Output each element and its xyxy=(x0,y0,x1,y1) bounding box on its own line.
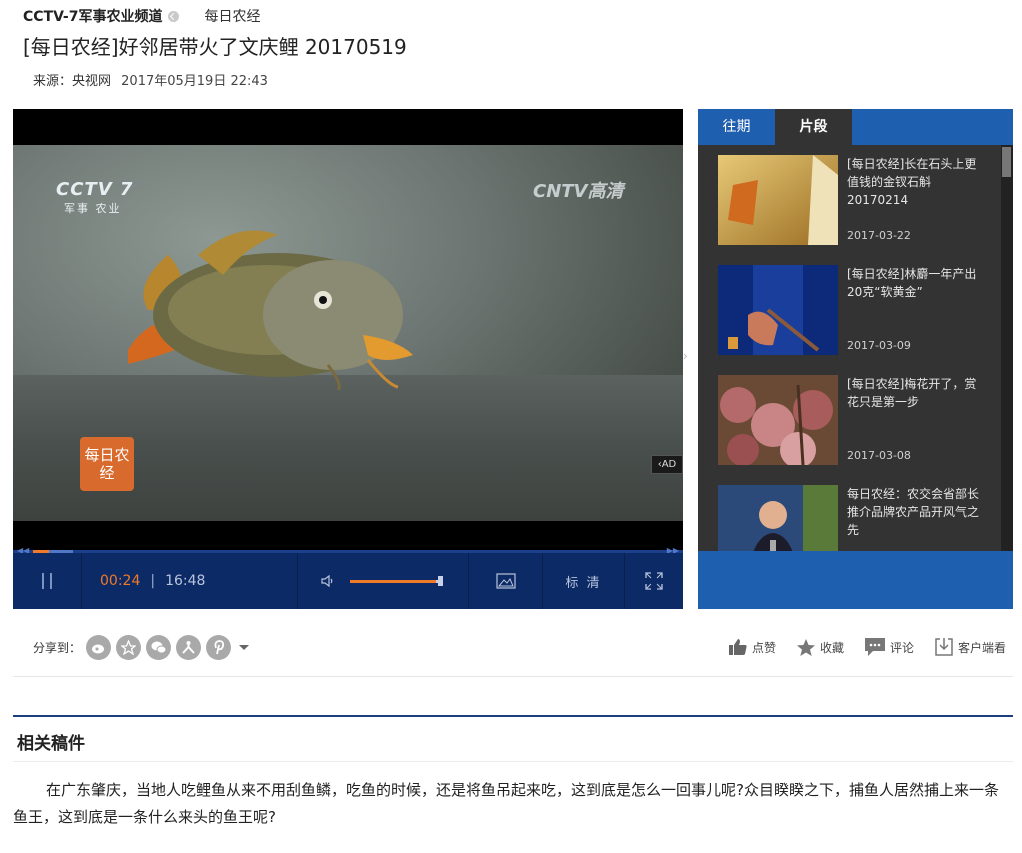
show-logo: 每日农经 xyxy=(80,437,134,491)
video-frame[interactable]: CCTV 7 军事 农业 CNTV高清 每日农经 ‹AD xyxy=(13,145,683,521)
list-item[interactable]: [每日农经]林麝一年产出20克“软黄金” 2017-03-09 xyxy=(718,255,998,355)
comment-label: 评论 xyxy=(889,640,914,655)
pinterest-icon[interactable] xyxy=(206,634,232,660)
cntv-hd-watermark: CNTV高清 xyxy=(533,181,624,202)
list-item[interactable]: 每日农经：农交会省部长推介品牌农产品开风气之先 xyxy=(718,475,998,551)
playlist-tabs: 往期 片段 xyxy=(698,109,1013,145)
weibo-icon[interactable] xyxy=(86,634,112,660)
item-title: 每日农经：农交会省部长推介品牌农产品开风气之先 xyxy=(847,487,980,537)
pause-button[interactable] xyxy=(13,553,82,609)
page-title: [每日农经]好邻居带火了文庆鲤 20170519 xyxy=(23,35,407,59)
breadcrumb: CCTV-7军事农业频道 每日农经 xyxy=(23,7,260,25)
related-heading: 相关稿件 xyxy=(17,734,85,754)
item-date: 2017-03-09 xyxy=(847,339,911,352)
playlist-scrollbar[interactable] xyxy=(1001,145,1013,551)
time-separator: | xyxy=(150,573,156,589)
divider xyxy=(13,676,1013,677)
current-time: 00:24 xyxy=(100,573,141,589)
fullscreen-button[interactable] xyxy=(625,553,683,609)
divider xyxy=(13,761,1013,762)
playlist-panel: 往期 片段 [每日农经]长在石头上更值钱的金钗石斛 20170214 2017-… xyxy=(698,109,1013,609)
article-body: 在广东肇庆，当地人吃鲤鱼从来不用刮鱼鳞，吃鱼的时候，还是将鱼吊起来吃，这到底是怎… xyxy=(13,781,999,826)
client-watch-button[interactable]: 客户端看 xyxy=(934,637,1006,657)
share-bar: 分享到： xyxy=(33,632,250,662)
item-title: [每日农经]长在石头上更值钱的金钗石斛 20170214 xyxy=(847,157,977,207)
wechat-icon[interactable] xyxy=(146,634,172,660)
tab-clips[interactable]: 片段 xyxy=(775,109,852,145)
favorite-button[interactable]: 收藏 xyxy=(796,638,844,657)
volume-slider[interactable] xyxy=(350,575,443,586)
fullscreen-icon xyxy=(645,572,663,590)
item-title: [每日农经]林麝一年产出20克“软黄金” xyxy=(847,267,977,299)
article-meta: 来源：央视网 2017年05月19日 22:43 xyxy=(33,70,268,89)
cctv7-logo-sub: 军事 农业 xyxy=(64,202,122,215)
list-item[interactable]: [每日农经]梅花开了，赏花只是第一步 2017-03-08 xyxy=(718,365,998,465)
thumbs-up-icon xyxy=(728,639,747,655)
video-player[interactable]: CCTV 7 军事 农业 CNTV高清 每日农经 ‹AD › ◀◀ ▶▶ 00:… xyxy=(13,109,688,609)
volume-control[interactable] xyxy=(298,553,469,609)
client-label: 客户端看 xyxy=(957,640,1006,655)
tab-past[interactable]: 往期 xyxy=(698,109,775,145)
program-link[interactable]: 每日农经 xyxy=(204,6,260,26)
favorite-label: 收藏 xyxy=(819,640,844,655)
cctv7-logo-text: CCTV 7 xyxy=(56,179,134,200)
chevron-icon xyxy=(168,10,180,22)
volume-icon[interactable] xyxy=(320,573,336,589)
qzone-icon[interactable] xyxy=(116,634,142,660)
source-label: 来源：央视网 xyxy=(33,74,112,89)
comment-button[interactable]: 评论 xyxy=(864,637,914,657)
volume-knob[interactable] xyxy=(438,575,443,586)
thumbnail xyxy=(718,155,838,245)
pause-icon-bar xyxy=(50,573,52,589)
volume-level xyxy=(350,579,436,583)
item-title: [每日农经]梅花开了，赏花只是第一步 xyxy=(847,377,977,409)
item-date: 2017-03-22 xyxy=(847,229,911,242)
publish-date: 2017年05月19日 22:43 xyxy=(121,74,268,89)
scrollbar-thumb[interactable] xyxy=(1002,147,1011,177)
thumbnail xyxy=(718,375,838,465)
cctv7-watermark: CCTV 7 军事 农业 xyxy=(56,179,133,216)
screenshot-icon xyxy=(495,573,516,589)
list-item[interactable]: [每日农经]长在石头上更值钱的金钗石斛 20170214 2017-03-22 xyxy=(718,145,998,245)
pause-icon xyxy=(42,573,44,589)
section-divider xyxy=(13,715,1013,717)
channel-link[interactable]: CCTV-7军事农业频道 xyxy=(23,6,162,26)
comment-icon xyxy=(864,638,885,656)
time-display: 00:24 | 16:48 xyxy=(82,553,298,609)
like-button[interactable]: 点赞 xyxy=(728,638,776,656)
renren-icon[interactable] xyxy=(176,634,202,660)
quality-button[interactable]: 标 清 xyxy=(543,553,625,609)
ad-button[interactable]: ‹AD xyxy=(651,455,683,474)
star-icon xyxy=(796,638,815,656)
carp-image xyxy=(128,230,413,390)
share-label: 分享到： xyxy=(33,640,82,655)
panel-footer xyxy=(698,551,1013,609)
thumbnail xyxy=(718,485,838,551)
like-label: 点赞 xyxy=(751,640,776,655)
item-date: 2017-03-08 xyxy=(847,449,911,462)
panel-toggle-icon[interactable]: › xyxy=(683,349,688,363)
thumbnail xyxy=(718,265,838,355)
action-bar: 点赞 收藏 评论 客户端看 xyxy=(708,632,1006,662)
control-bar: 00:24 | 16:48 标 清 xyxy=(13,553,683,609)
duration: 16:48 xyxy=(165,573,206,589)
ad-label: AD xyxy=(661,459,677,470)
share-more-dropdown[interactable] xyxy=(239,644,250,650)
download-icon xyxy=(935,638,953,656)
playlist: [每日农经]长在石头上更值钱的金钗石斛 20170214 2017-03-22 … xyxy=(698,145,1013,551)
screenshot-button[interactable] xyxy=(469,553,543,609)
